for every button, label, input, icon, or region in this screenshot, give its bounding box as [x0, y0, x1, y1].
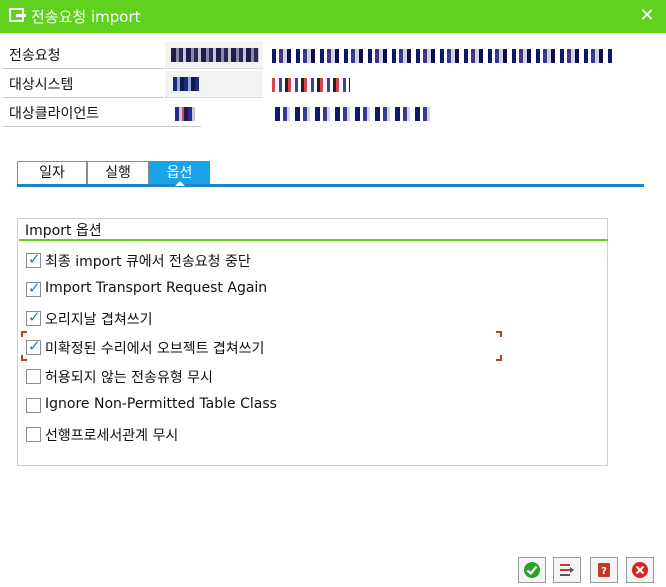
checkmark-icon: ✓: [28, 279, 41, 297]
tab-execution[interactable]: 실행: [87, 161, 149, 185]
option-checkbox[interactable]: [26, 398, 41, 413]
focus-frame-corner: [496, 331, 502, 337]
import-options-group: Import 옵션 ✓ 최종 import 큐에서 전송요청 중단 ✓ Impo…: [17, 218, 608, 466]
redacted-description: [272, 78, 350, 92]
redacted-description: [272, 49, 612, 63]
confirm-button[interactable]: [518, 557, 546, 583]
confirm-check-icon: [524, 562, 540, 578]
field-row-transport-request: 전송요청: [0, 42, 666, 70]
close-icon[interactable]: ✕: [636, 5, 658, 27]
window-titlebar: 전송요청 import ✕: [0, 0, 666, 33]
svg-text:?: ?: [601, 566, 607, 577]
redacted-value: [175, 107, 195, 121]
focus-frame-corner: [496, 355, 502, 361]
target-system-input[interactable]: [165, 71, 263, 98]
field-row-target-client: 대상클라이언트: [0, 100, 666, 128]
tab-underline: [17, 184, 644, 187]
focus-frame-corner: [21, 331, 27, 337]
field-row-target-system: 대상시스템: [0, 71, 666, 99]
tab-date[interactable]: 일자: [17, 161, 87, 185]
focus-frame-corner: [21, 355, 27, 361]
window-title: 전송요청 import: [31, 8, 141, 26]
active-tab-indicator: [175, 181, 185, 186]
option-checkbox[interactable]: ✓: [26, 279, 41, 297]
option-checkbox[interactable]: ✓: [26, 250, 41, 268]
field-label-target-client: 대상클라이언트: [3, 100, 201, 127]
option-label: 선행프로세서관계 무시: [45, 428, 179, 444]
checkmark-icon: ✓: [28, 250, 41, 268]
option-checkbox[interactable]: ✓: [26, 308, 41, 326]
option-label: Import Transport Request Again: [45, 280, 268, 296]
option-label: 미확정된 수리에서 오브젝트 겹쳐쓰기: [45, 341, 265, 357]
option-checkbox[interactable]: ✓: [26, 337, 41, 355]
option-label: 허용되지 않는 전송유형 무시: [45, 370, 213, 386]
option-checkbox[interactable]: [26, 427, 41, 442]
import-queue-button[interactable]: [553, 557, 581, 583]
redacted-value: [171, 48, 259, 62]
transport-request-input[interactable]: [165, 42, 263, 69]
option-label: 오리지날 겹쳐쓰기: [45, 312, 153, 328]
option-label: Ignore Non-Permitted Table Class: [45, 396, 277, 412]
field-label-transport-request: 전송요청: [3, 42, 163, 69]
import-queue-icon: [560, 564, 574, 576]
redacted-value: [173, 77, 199, 91]
group-title-underline: [19, 239, 608, 241]
cancel-button[interactable]: [626, 557, 654, 583]
dialog-icon: [9, 8, 26, 22]
redacted-description: [275, 107, 433, 121]
checkmark-icon: ✓: [28, 308, 41, 326]
cancel-x-icon: [632, 562, 648, 578]
group-title: Import 옵션: [25, 223, 102, 239]
option-checkbox[interactable]: [26, 369, 41, 384]
help-button[interactable]: ?: [590, 557, 618, 583]
checkmark-icon: ✓: [28, 337, 41, 355]
field-label-target-system: 대상시스템: [3, 71, 163, 98]
option-label: 최종 import 큐에서 전송요청 중단: [45, 254, 251, 270]
help-book-icon: ?: [598, 563, 610, 577]
